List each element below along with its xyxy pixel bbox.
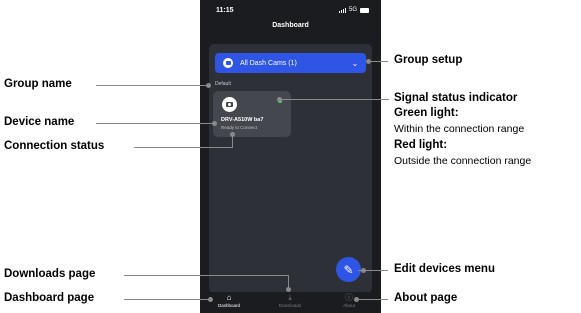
nav-about-label: About bbox=[343, 303, 355, 308]
battery-icon bbox=[360, 7, 369, 13]
leader-about bbox=[358, 299, 388, 300]
group-name: Default bbox=[215, 81, 231, 87]
leader-dot bbox=[206, 83, 211, 88]
leader-connection bbox=[134, 147, 233, 148]
leader-dot bbox=[286, 287, 291, 292]
callout-downloads-page: Downloads page bbox=[4, 268, 96, 280]
callout-group-setup: Group setup bbox=[394, 54, 463, 66]
leader-downloads bbox=[124, 275, 289, 276]
leader-dot bbox=[361, 268, 366, 273]
signal-bars-icon bbox=[338, 7, 346, 13]
network-type: 5G bbox=[348, 7, 357, 13]
leader-signal bbox=[279, 99, 389, 100]
nav-dashboard[interactable]: ⌂ Dashboard bbox=[209, 293, 249, 308]
callout-green-title: Green light: bbox=[394, 107, 459, 119]
group-setup-label: All Dash Cams (1) bbox=[240, 59, 297, 67]
status-time: 11:15 bbox=[216, 7, 234, 14]
leader-dot bbox=[208, 297, 213, 302]
nav-downloads[interactable]: ⤓ Downloads bbox=[270, 293, 310, 308]
callout-red-desc: Outside the connection range bbox=[394, 155, 532, 167]
callout-group-name: Group name bbox=[4, 78, 72, 90]
status-indicators: 5G bbox=[338, 7, 369, 13]
callout-about-page: About page bbox=[394, 292, 458, 304]
nav-downloads-label: Downloads bbox=[278, 303, 302, 308]
callout-connection-status: Connection status bbox=[4, 140, 105, 152]
callout-dashboard-page: Dashboard page bbox=[4, 292, 95, 304]
camera-icon bbox=[223, 58, 233, 68]
leader-group-setup bbox=[368, 61, 388, 62]
callout-signal-title: Signal status indicator bbox=[394, 92, 518, 104]
status-bar: 11:15 5G bbox=[200, 0, 381, 20]
callout-red-title: Red light: bbox=[394, 139, 448, 151]
page-title: Dashboard bbox=[272, 22, 309, 29]
callout-device-name: Device name bbox=[4, 116, 75, 128]
nav-about[interactable]: ⓘ About bbox=[329, 293, 369, 308]
leader-dot bbox=[230, 132, 235, 137]
device-name: DRV-A510W ba7 bbox=[221, 117, 264, 123]
chevron-down-icon: ⌄ bbox=[351, 58, 359, 68]
leader-group-name bbox=[96, 85, 208, 86]
info-icon: ⓘ bbox=[345, 293, 353, 302]
bottom-nav: ⌂ Dashboard ⤓ Downloads ⓘ About bbox=[200, 292, 381, 313]
pencil-icon: ✎ bbox=[343, 262, 354, 277]
nav-dashboard-label: Dashboard bbox=[217, 303, 240, 308]
camera-icon bbox=[222, 97, 237, 112]
connection-status: Ready to Connect bbox=[221, 125, 258, 130]
group-setup-button[interactable]: All Dash Cams (1) ⌄ bbox=[215, 53, 366, 73]
download-icon: ⤓ bbox=[288, 293, 292, 302]
leader-dot bbox=[354, 297, 359, 302]
phone-screen: 11:15 5G Dashboard All Dash Cams (1) ⌄ D… bbox=[200, 0, 381, 313]
callout-green-desc: Within the connection range bbox=[394, 123, 525, 135]
leader-dot bbox=[212, 121, 217, 126]
callout-edit-devices: Edit devices menu bbox=[394, 263, 495, 275]
leader-dashboard bbox=[124, 299, 210, 300]
leader-device-name bbox=[96, 123, 214, 124]
leader-dot bbox=[366, 59, 371, 64]
home-icon: ⌂ bbox=[226, 293, 232, 302]
devices-panel: All Dash Cams (1) ⌄ Default DRV-A510W ba… bbox=[209, 44, 372, 293]
leader-dot bbox=[277, 97, 282, 102]
